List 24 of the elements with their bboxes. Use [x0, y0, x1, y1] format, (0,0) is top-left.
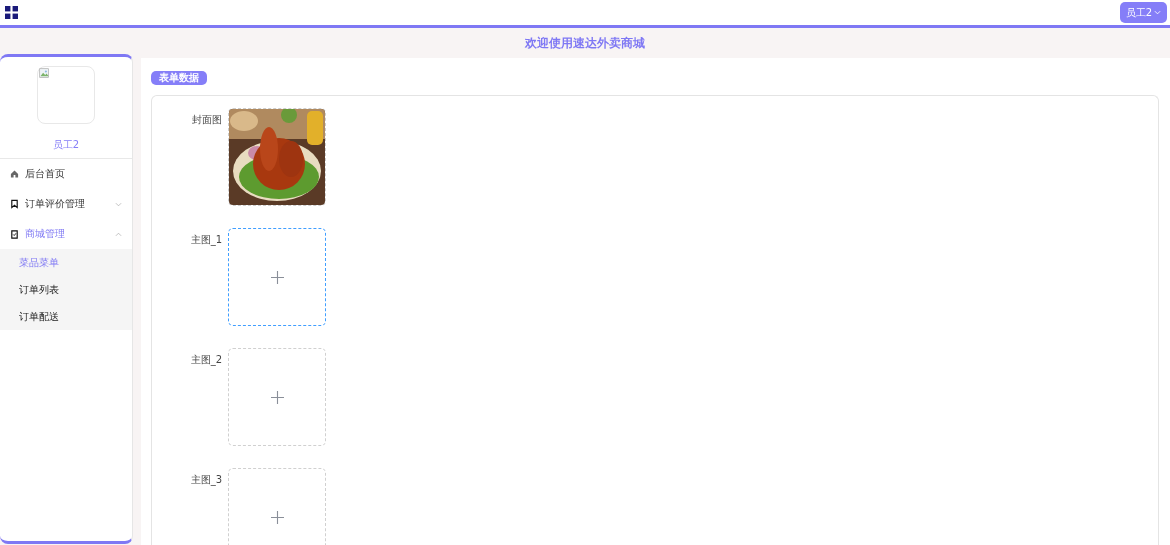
submenu-item[interactable]: 订单列表 — [0, 276, 132, 303]
field-label: 主图_3 — [189, 473, 222, 487]
field-label: 封面图 — [191, 113, 222, 127]
menu-item[interactable]: 商城管理 — [0, 219, 132, 249]
upload-box[interactable] — [228, 468, 326, 545]
submenu-item[interactable]: 订单配送 — [0, 303, 132, 330]
menu-item[interactable]: 订单评价管理 — [0, 189, 132, 219]
home-icon — [10, 169, 19, 179]
caret-icon — [1154, 10, 1161, 15]
upload-box[interactable] — [228, 348, 326, 446]
plus-icon — [270, 270, 284, 284]
broken-image-icon — [39, 68, 50, 79]
bookmark-icon — [10, 199, 19, 209]
page-title: 欢迎使用速达外卖商城 — [525, 34, 645, 52]
clipboard-check-icon — [10, 229, 19, 239]
upload-box[interactable] — [228, 228, 326, 326]
username: 员工2 — [52, 138, 80, 152]
field-label: 主图_2 — [189, 353, 222, 367]
field-label: 主图_1 — [189, 233, 222, 247]
submenu-item[interactable]: 菜品菜单 — [0, 249, 132, 276]
apps-icon[interactable] — [5, 6, 18, 19]
plus-icon — [270, 510, 284, 524]
menu-item[interactable]: 后台首页 — [0, 159, 132, 189]
plus-icon — [270, 390, 284, 404]
